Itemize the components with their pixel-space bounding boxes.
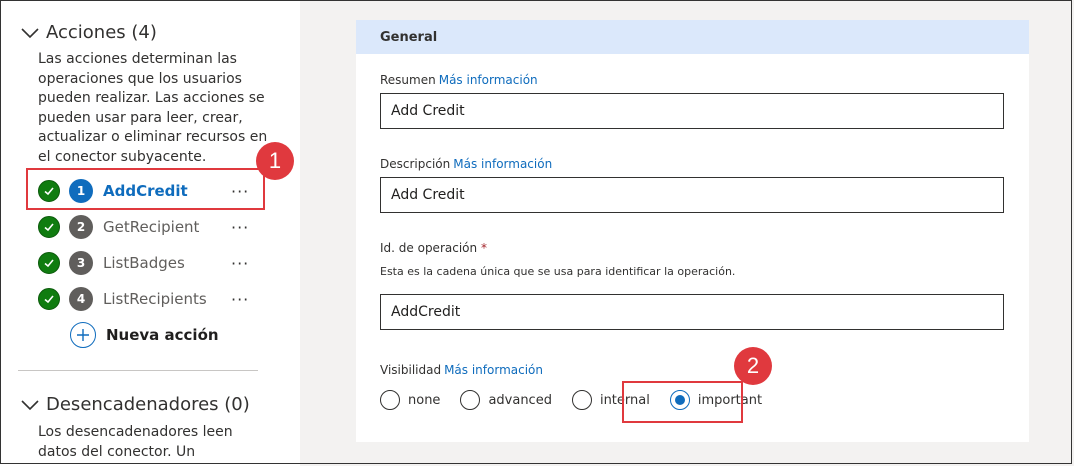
action-name: ListBadges: [103, 254, 185, 272]
visibility-label: Visibilidad Más información: [380, 363, 543, 377]
plus-icon: [70, 322, 96, 348]
action-name: ListRecipients: [103, 290, 207, 308]
radio-label: none: [408, 392, 441, 408]
more-options-icon[interactable]: ···: [231, 290, 249, 309]
radio-circle: [571, 390, 592, 410]
summary-label: Resumen Más información: [380, 73, 538, 87]
operation-id-label: Id. de operación *: [380, 241, 487, 255]
description-line: pueden usar para leer, crear,: [38, 109, 243, 126]
description-line: Los desencadenadores leen: [38, 424, 233, 440]
description-label: Descripción Más información: [380, 157, 552, 171]
description-more-info-link[interactable]: Más información: [453, 157, 552, 171]
visibility-option-important[interactable]: important: [669, 390, 763, 410]
more-options-icon[interactable]: ···: [231, 218, 249, 237]
description-label-text: Descripción: [380, 157, 451, 171]
general-header: General: [356, 20, 1029, 54]
check-icon: [38, 288, 60, 310]
action-number-badge: 3: [69, 251, 93, 275]
description-line: Las acciones determinan las: [38, 51, 237, 67]
description-line: operaciones que los usuarios: [38, 70, 242, 87]
radio-circle: [380, 390, 400, 410]
description-line: el conector subyacente.: [38, 148, 207, 165]
description-input[interactable]: Add Credit: [380, 177, 1004, 213]
operation-id-input[interactable]: AddCredit: [380, 294, 1004, 330]
visibility-more-info-link[interactable]: Más información: [444, 363, 543, 377]
description-line: datos del conector. Un: [38, 443, 196, 460]
action-number-badge: 1: [69, 179, 93, 203]
action-name: AddCredit: [103, 182, 188, 200]
radio-circle: [460, 390, 481, 410]
new-action-label: Nueva acción: [106, 326, 219, 344]
check-icon: [38, 180, 60, 202]
action-item-listrecipients[interactable]: 4 ListRecipients ···: [38, 284, 249, 314]
required-mark: *: [480, 241, 487, 255]
action-item-getrecipient[interactable]: 2 GetRecipient ···: [38, 212, 249, 242]
summary-more-info-link[interactable]: Más información: [439, 73, 538, 87]
radio-label: important: [697, 392, 763, 408]
chevron-down-icon: [21, 27, 39, 38]
operation-id-hint: Esta es la cadena única que se usa para …: [380, 265, 736, 278]
summary-input[interactable]: Add Credit: [380, 93, 1004, 129]
description-line: pueden realizar. Las acciones se: [38, 90, 265, 106]
action-item-listbadges[interactable]: 3 ListBadges ···: [38, 248, 249, 278]
chevron-down-icon: [21, 399, 39, 410]
check-icon: [38, 216, 60, 238]
general-card: General Resumen Más información Add Credi…: [356, 20, 1029, 442]
description-line: actualizar o eliminar recursos en: [38, 129, 268, 145]
summary-label-text: Resumen: [380, 73, 436, 87]
callout-badge-2: 2: [734, 347, 772, 385]
triggers-section-title: Desencadenadores (0): [46, 394, 250, 415]
radio-label: internal: [599, 392, 650, 408]
new-action-button[interactable]: Nueva acción: [70, 322, 219, 348]
actions-description: Las acciones determinan las operaciones …: [38, 50, 267, 167]
action-name: GetRecipient: [103, 218, 200, 236]
action-number-badge: 4: [69, 287, 93, 311]
visibility-option-advanced[interactable]: advanced: [460, 390, 552, 410]
triggers-description: Los desencadenadores leen datos del cone…: [38, 423, 233, 462]
action-item-addcredit[interactable]: 1 AddCredit ···: [38, 176, 249, 206]
left-pane: Acciones (4) Las acciones determinan las…: [0, 0, 300, 466]
visibility-label-text: Visibilidad: [380, 363, 442, 377]
section-divider: [18, 370, 258, 371]
actions-section-header[interactable]: Acciones (4): [20, 22, 157, 43]
radio-circle-selected: [669, 390, 690, 410]
radio-dot: [674, 395, 685, 405]
visibility-radio-group: none advanced internal important: [380, 390, 782, 410]
visibility-option-internal[interactable]: internal: [571, 390, 650, 410]
more-options-icon[interactable]: ···: [231, 182, 249, 201]
actions-section-title: Acciones (4): [46, 22, 157, 43]
check-icon: [38, 252, 60, 274]
visibility-option-none[interactable]: none: [380, 390, 440, 410]
triggers-section-header[interactable]: Desencadenadores (0): [20, 394, 250, 415]
radio-label: advanced: [488, 392, 552, 408]
callout-badge-1: 1: [256, 142, 294, 180]
right-pane: General Resumen Más información Add Credi…: [300, 0, 1074, 466]
action-number-badge: 2: [69, 215, 93, 239]
operation-id-label-text: Id. de operación: [380, 241, 478, 255]
more-options-icon[interactable]: ···: [231, 254, 249, 273]
